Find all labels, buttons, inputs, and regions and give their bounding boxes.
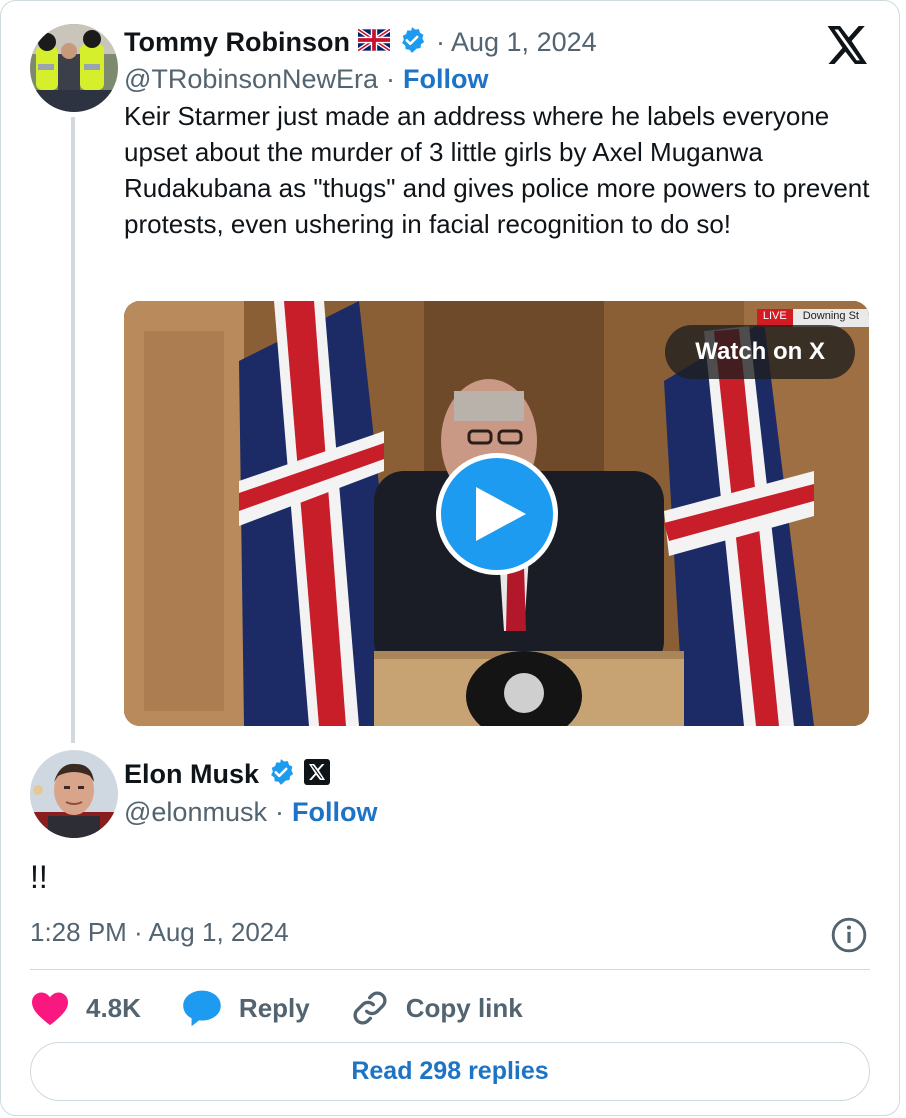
link-icon	[353, 991, 387, 1025]
quoted-author-name[interactable]: Tommy Robinson	[124, 27, 350, 58]
play-button[interactable]	[436, 453, 558, 575]
quoted-tweet-text: Keir Starmer just made an address where …	[124, 101, 870, 239]
author-name[interactable]: Elon Musk	[124, 759, 259, 790]
quoted-follow-button[interactable]: Follow	[403, 64, 488, 95]
x-affiliation-icon[interactable]	[303, 758, 331, 791]
copy-link-button[interactable]: Copy link	[350, 988, 523, 1028]
heart-icon	[32, 992, 68, 1026]
verified-badge-icon	[267, 758, 295, 791]
watch-on-x-label: Watch on X	[695, 338, 825, 365]
copy-link-label: Copy link	[405, 992, 523, 1023]
info-icon[interactable]	[830, 916, 868, 959]
quoted-tweet-date[interactable]: · Aug 1, 2024	[436, 27, 597, 58]
read-replies-button[interactable]: Read 298 replies	[30, 1042, 870, 1101]
tommy-robinson-avatar[interactable]	[30, 24, 118, 112]
verified-badge-icon	[398, 26, 426, 59]
reply-label: Reply	[238, 992, 310, 1023]
author-row: Elon Musk	[124, 758, 331, 791]
reply-button[interactable]: Reply	[181, 988, 310, 1028]
quoted-handle-row: @TRobinsonNewEra · Follow	[124, 64, 489, 95]
like-button[interactable]: 4.8K	[30, 990, 141, 1026]
quoted-author-handle[interactable]: @TRobinsonNewEra	[124, 64, 378, 95]
thread-connector-line	[71, 117, 75, 743]
handle-separator: ·	[386, 64, 396, 94]
handle-row: @elonmusk · Follow	[124, 797, 377, 828]
video-thumbnail[interactable]: LIVE Downing St Watch on X	[124, 301, 869, 726]
tweet-text: !!	[30, 859, 48, 895]
x-logo-icon[interactable]	[827, 26, 869, 64]
handle-separator: ·	[274, 797, 284, 827]
watch-on-x-button[interactable]: Watch on X	[665, 325, 855, 379]
reply-bubble-icon	[183, 990, 221, 1027]
action-bar: 4.8K Reply Copy link	[30, 984, 563, 1032]
author-handle[interactable]: @elonmusk	[124, 797, 267, 828]
play-icon	[476, 487, 526, 541]
divider	[30, 969, 870, 970]
follow-button[interactable]: Follow	[292, 797, 377, 828]
uk-flag-icon	[356, 27, 392, 56]
quoted-author-row: Tommy Robinson · Aug 1, 2024	[124, 26, 597, 59]
like-count: 4.8K	[86, 992, 141, 1023]
read-replies-label: Read 298 replies	[351, 1057, 549, 1085]
tweet-timestamp[interactable]: 1:28 PM · Aug 1, 2024	[30, 917, 289, 948]
embedded-tweet-card: Tommy Robinson · Aug 1, 2024 @TRobinsonN…	[0, 0, 900, 1116]
elon-musk-avatar[interactable]	[30, 750, 118, 838]
